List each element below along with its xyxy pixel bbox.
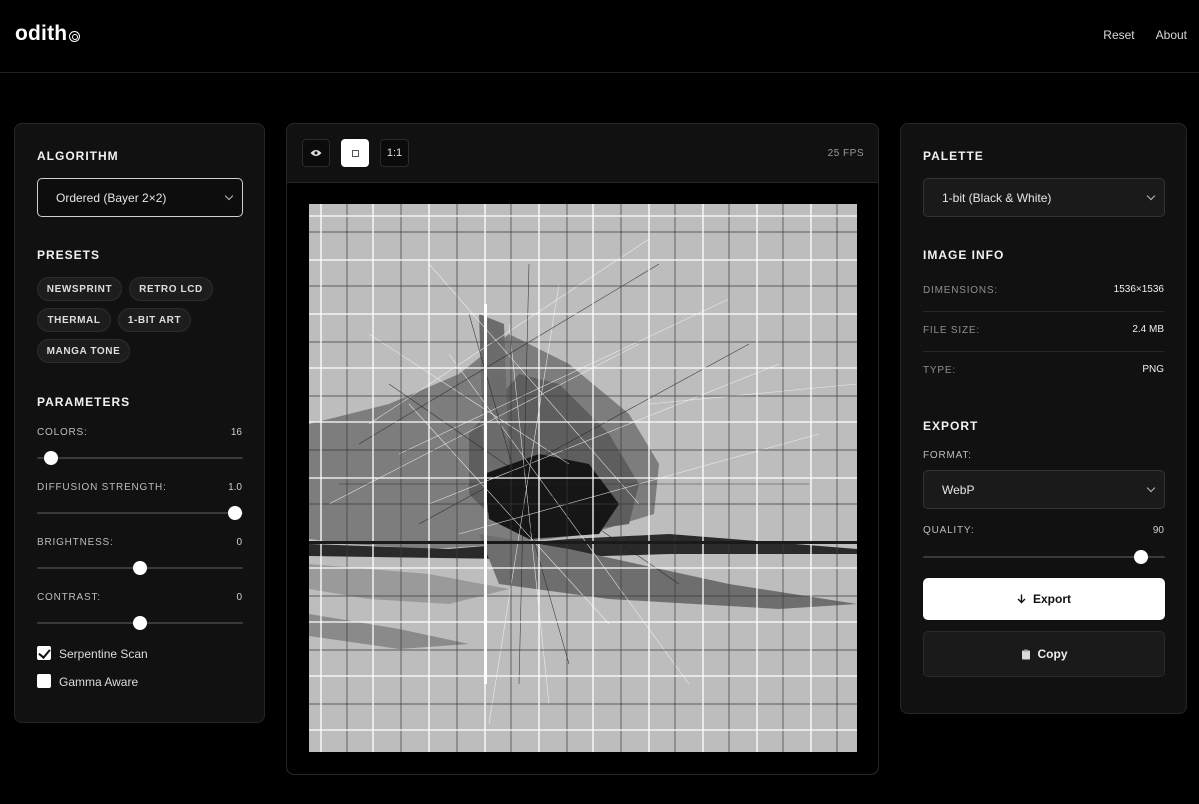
- format-label: FORMAT:: [923, 450, 972, 461]
- fit-view-button[interactable]: [341, 139, 369, 167]
- parameters-title: PARAMETERS: [37, 395, 131, 409]
- preset-manga-tone[interactable]: MANGA TONE: [37, 339, 130, 363]
- copy-button[interactable]: Copy: [923, 631, 1165, 677]
- contrast-slider[interactable]: [37, 616, 243, 630]
- colors-slider-thumb[interactable]: [44, 451, 59, 465]
- about-link[interactable]: About: [1156, 28, 1187, 42]
- info-key: FILE SIZE:: [923, 325, 980, 336]
- diffusion-strength-label: DIFFUSION STRENGTH:: [37, 482, 167, 493]
- contrast-value: 0: [236, 592, 242, 603]
- fps-counter: 25 FPS: [827, 148, 864, 159]
- palette-select[interactable]: 1-bit (Black & White): [923, 178, 1165, 217]
- logo[interactable]: odith: [15, 22, 81, 46]
- info-value: 1536×1536: [1113, 284, 1164, 295]
- logo-mark-icon: [69, 31, 81, 42]
- brightness-slider[interactable]: [37, 561, 243, 575]
- dithered-image-canvas[interactable]: [309, 204, 857, 752]
- quality-label: QUALITY:: [923, 525, 975, 536]
- settings-panel: ALGORITHM Ordered (Bayer 2×2) PRESETS NE…: [14, 123, 265, 723]
- preset-retro-lcd[interactable]: RETRO LCD: [129, 277, 213, 301]
- colors-label: COLORS:: [37, 427, 88, 438]
- info-row-file-size: FILE SIZE: 2.4 MB: [923, 312, 1164, 352]
- export-title: EXPORT: [923, 419, 979, 433]
- top-nav: Reset About: [1103, 28, 1187, 42]
- info-value: 2.4 MB: [1132, 324, 1164, 335]
- export-button-label: Export: [1032, 592, 1071, 606]
- format-select[interactable]: WebP: [923, 470, 1165, 509]
- colors-slider[interactable]: [37, 451, 243, 465]
- diffusion-strength-value: 1.0: [228, 482, 242, 493]
- info-key: DIMENSIONS:: [923, 285, 998, 296]
- contrast-slider-thumb[interactable]: [133, 616, 147, 630]
- format-select-value: WebP: [942, 482, 975, 497]
- algorithm-select-value: Ordered (Bayer 2×2): [56, 190, 167, 205]
- canvas-area: [287, 183, 878, 774]
- algorithm-title: ALGORITHM: [37, 149, 119, 163]
- reset-link[interactable]: Reset: [1103, 28, 1134, 42]
- brightness-value: 0: [236, 537, 242, 548]
- preset-thermal[interactable]: THERMAL: [37, 308, 111, 332]
- info-row-dimensions: DIMENSIONS: 1536×1536: [923, 272, 1164, 312]
- diffusion-strength-slider-thumb[interactable]: [227, 506, 242, 520]
- eye-icon: [310, 150, 322, 156]
- export-button[interactable]: Export: [923, 578, 1165, 620]
- info-key: TYPE:: [923, 365, 956, 376]
- palette-title: PALETTE: [923, 149, 984, 163]
- gamma-aware-label: Gamma Aware: [59, 675, 139, 689]
- clipboard-icon: [1021, 649, 1030, 659]
- brightness-label: BRIGHTNESS:: [37, 537, 114, 548]
- serpentine-scan-label: Serpentine Scan: [59, 647, 148, 661]
- square-icon: [351, 149, 359, 157]
- chevron-down-icon: [1146, 191, 1156, 201]
- diffusion-strength-slider[interactable]: [37, 506, 243, 520]
- contrast-label: CONTRAST:: [37, 592, 101, 603]
- chevron-down-icon: [224, 191, 234, 201]
- logo-text: odith: [15, 22, 68, 45]
- quality-value: 90: [1152, 525, 1164, 536]
- gamma-aware-checkbox[interactable]: [37, 674, 51, 688]
- quality-slider-thumb[interactable]: [1133, 550, 1148, 564]
- arrow-down-icon: [1017, 594, 1026, 604]
- palette-select-value: 1-bit (Black & White): [942, 190, 1052, 205]
- copy-button-label: Copy: [1037, 647, 1068, 661]
- info-value: PNG: [1142, 364, 1164, 375]
- actual-size-button[interactable]: 1:1: [380, 139, 409, 167]
- toggle-original-button[interactable]: [302, 139, 330, 167]
- app-header: odith Reset About: [0, 0, 1199, 73]
- brightness-slider-thumb[interactable]: [133, 561, 147, 575]
- output-panel: PALETTE 1-bit (Black & White) IMAGE INFO…: [900, 123, 1187, 714]
- presets-title: PRESETS: [37, 248, 101, 262]
- colors-value: 16: [230, 427, 242, 438]
- quality-slider[interactable]: [923, 550, 1165, 564]
- preset-newsprint[interactable]: NEWSPRINT: [37, 277, 122, 301]
- preset-1-bit-art[interactable]: 1-BIT ART: [118, 308, 191, 332]
- preview-panel: 1:1 25 FPS: [286, 123, 879, 775]
- serpentine-scan-checkbox[interactable]: [37, 646, 51, 660]
- dithered-image: [309, 204, 857, 752]
- algorithm-select[interactable]: Ordered (Bayer 2×2): [37, 178, 243, 217]
- info-row-type: TYPE: PNG: [923, 352, 1164, 392]
- chevron-down-icon: [1146, 483, 1156, 493]
- image-info-title: IMAGE INFO: [923, 248, 1005, 262]
